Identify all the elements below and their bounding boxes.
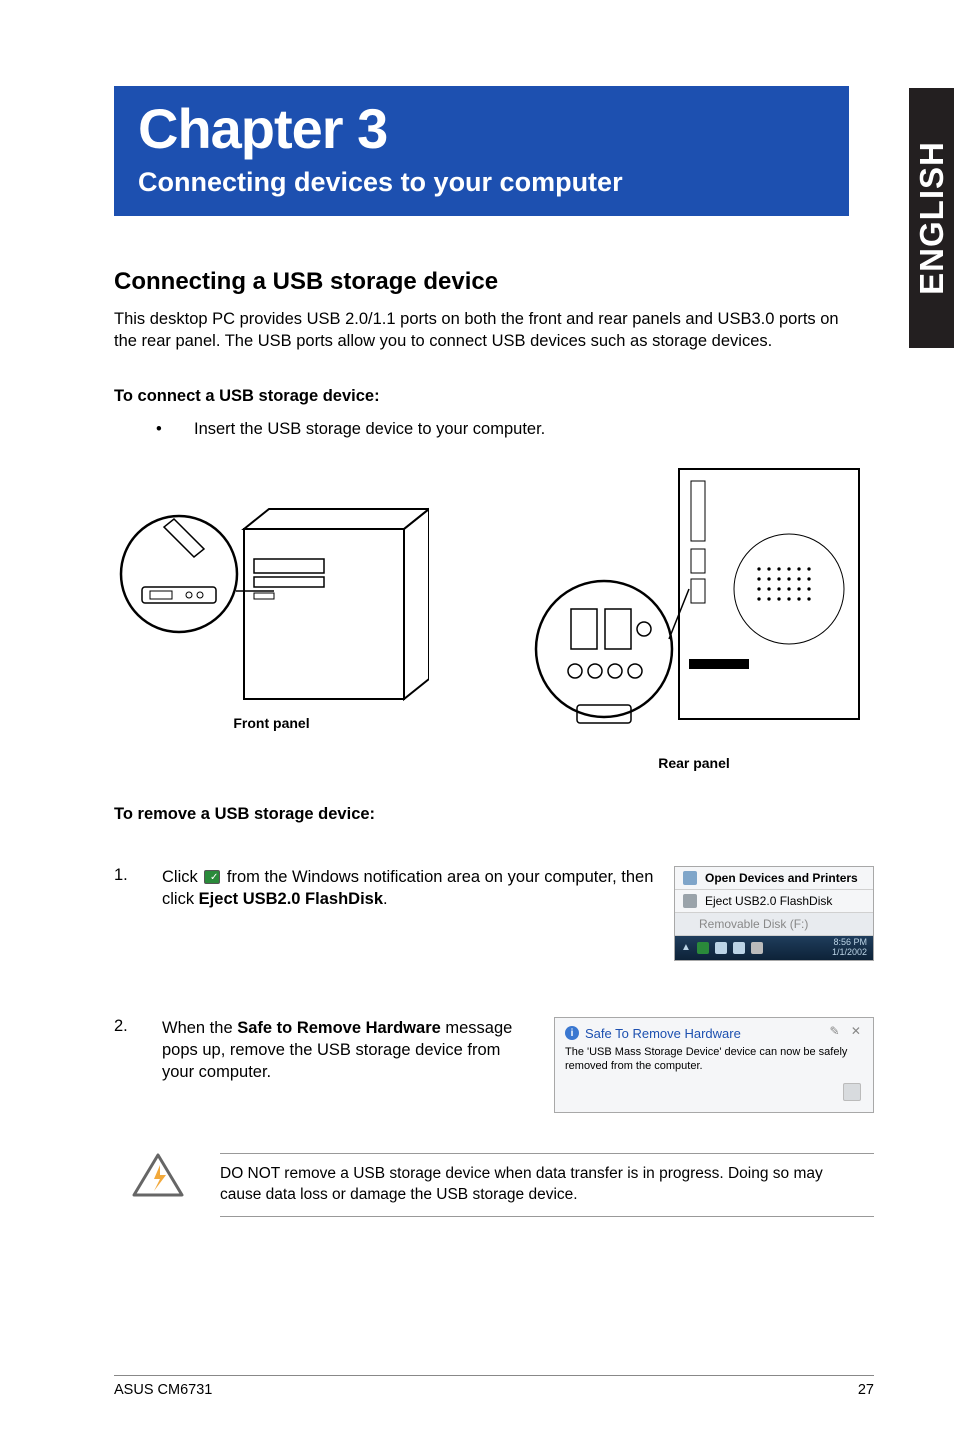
front-panel-diagram bbox=[114, 459, 429, 709]
safe-remove-footer bbox=[565, 1083, 863, 1104]
eject-menu-screenshot: Open Devices and Printers Eject USB2.0 F… bbox=[674, 866, 874, 961]
safe-remove-screenshot: ✎ ✕ i Safe To Remove Hardware The 'USB M… bbox=[554, 1017, 874, 1114]
printer-icon bbox=[683, 871, 697, 885]
safely-remove-tray-icon bbox=[204, 870, 220, 884]
panel-images-row: Front panel bbox=[114, 459, 874, 771]
connect-heading: To connect a USB storage device: bbox=[114, 387, 874, 406]
tray-icons: ▲ bbox=[681, 942, 763, 954]
step-2-number: 2. bbox=[114, 1017, 162, 1084]
chapter-subtitle: Connecting devices to your computer bbox=[138, 167, 825, 198]
tray-volume-icon bbox=[715, 942, 727, 954]
page-footer: ASUS CM6731 27 bbox=[114, 1375, 874, 1398]
document-page: ENGLISH Chapter 3 Connecting devices to … bbox=[0, 0, 954, 1438]
taskbar-clock: 8:56 PM 1/1/2002 bbox=[832, 938, 867, 958]
step-1-row: 1. Click from the Windows notification a… bbox=[114, 866, 874, 961]
safe-remove-title: Safe To Remove Hardware bbox=[585, 1026, 741, 1041]
footer-page-number: 27 bbox=[858, 1382, 874, 1398]
tray-network-icon bbox=[751, 942, 763, 954]
rear-panel-caption: Rear panel bbox=[524, 755, 864, 771]
warning-note: DO NOT remove a USB storage device when … bbox=[114, 1141, 874, 1217]
footer-product: ASUS CM6731 bbox=[114, 1382, 212, 1398]
safe-remove-body: The 'USB Mass Storage Device' device can… bbox=[565, 1045, 863, 1074]
remove-heading: To remove a USB storage device: bbox=[114, 805, 874, 824]
rear-panel-col: Rear panel bbox=[524, 459, 874, 771]
language-tab: ENGLISH bbox=[909, 88, 954, 348]
step-1-text: Click from the Windows notification area… bbox=[162, 866, 654, 911]
chapter-title: Chapter 3 bbox=[138, 96, 825, 161]
warning-lightning-icon bbox=[132, 1153, 184, 1197]
tray-chevron-icon bbox=[843, 1083, 861, 1101]
eject-menu-open-devices: Open Devices and Printers bbox=[675, 867, 873, 890]
rear-panel-diagram bbox=[529, 459, 869, 749]
taskbar-screenshot: ▲ 8:56 PM 1/1/2002 bbox=[675, 936, 873, 960]
language-tab-label: ENGLISH bbox=[913, 141, 951, 295]
info-icon: i bbox=[565, 1026, 579, 1040]
warning-text: DO NOT remove a USB storage device when … bbox=[220, 1164, 868, 1206]
section-heading: Connecting a USB storage device bbox=[114, 268, 874, 296]
connect-bullet-row: • Insert the USB storage device to your … bbox=[114, 420, 874, 439]
front-panel-caption: Front panel bbox=[114, 715, 429, 731]
tray-eject-icon bbox=[697, 942, 709, 954]
eject-menu-removable-disk: Removable Disk (F:) bbox=[675, 913, 873, 936]
front-panel-col: Front panel bbox=[114, 459, 429, 771]
safe-remove-title-row: i Safe To Remove Hardware bbox=[565, 1026, 863, 1041]
balloon-close-icon: ✎ ✕ bbox=[830, 1024, 865, 1038]
chapter-header-box: Chapter 3 Connecting devices to your com… bbox=[114, 86, 849, 216]
intro-paragraph: This desktop PC provides USB 2.0/1.1 por… bbox=[114, 308, 844, 353]
disk-icon bbox=[683, 894, 697, 908]
step-1-number: 1. bbox=[114, 866, 162, 911]
tray-flag-icon bbox=[733, 942, 745, 954]
bullet-dot: • bbox=[156, 420, 168, 439]
step-2-text: When the Safe to Remove Hardware message… bbox=[162, 1017, 534, 1084]
connect-bullet-text: Insert the USB storage device to your co… bbox=[194, 420, 545, 439]
step-2-row: 2. When the Safe to Remove Hardware mess… bbox=[114, 1017, 874, 1114]
eject-menu-eject-item: Eject USB2.0 FlashDisk bbox=[675, 890, 873, 913]
